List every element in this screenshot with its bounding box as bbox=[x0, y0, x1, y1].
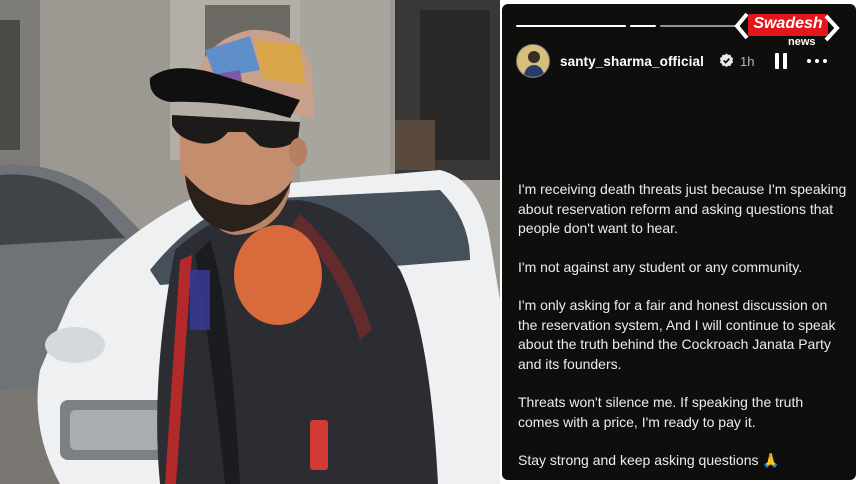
more-options-icon[interactable] bbox=[806, 53, 828, 69]
story-username[interactable]: santy_sharma_official bbox=[560, 54, 704, 69]
story-paragraph-3: I'm only asking for a fair and honest di… bbox=[518, 297, 836, 372]
instagram-story: santy_sharma_official 1h I'm receiving d… bbox=[502, 4, 856, 480]
story-paragraph-5: Stay strong and keep asking questions 🙏 bbox=[518, 452, 780, 468]
news-photo bbox=[0, 0, 500, 484]
avatar[interactable] bbox=[516, 44, 550, 78]
story-text: I'm receiving death threats just because… bbox=[518, 180, 848, 480]
story-progress-segment-3 bbox=[660, 25, 740, 27]
story-paragraph-4: Threats won't silence me. If speaking th… bbox=[518, 394, 804, 430]
swadesh-news-logo: Swadesh news bbox=[734, 12, 842, 50]
chevron-right-icon bbox=[824, 14, 840, 42]
story-progress-segment-2 bbox=[630, 25, 656, 27]
story-paragraph-2: I'm not against any student or any commu… bbox=[518, 258, 803, 275]
pause-icon[interactable] bbox=[774, 53, 788, 69]
photo-illustration bbox=[0, 0, 500, 484]
story-progress-segment-1 bbox=[516, 25, 626, 27]
verified-badge-icon bbox=[719, 53, 734, 68]
logo-subword: news bbox=[788, 36, 816, 48]
story-time: 1h bbox=[740, 54, 755, 69]
story-paragraph-1: I'm receiving death threats just because… bbox=[518, 181, 847, 236]
avatar-icon bbox=[517, 45, 549, 77]
logo-word: Swadesh bbox=[753, 15, 823, 32]
